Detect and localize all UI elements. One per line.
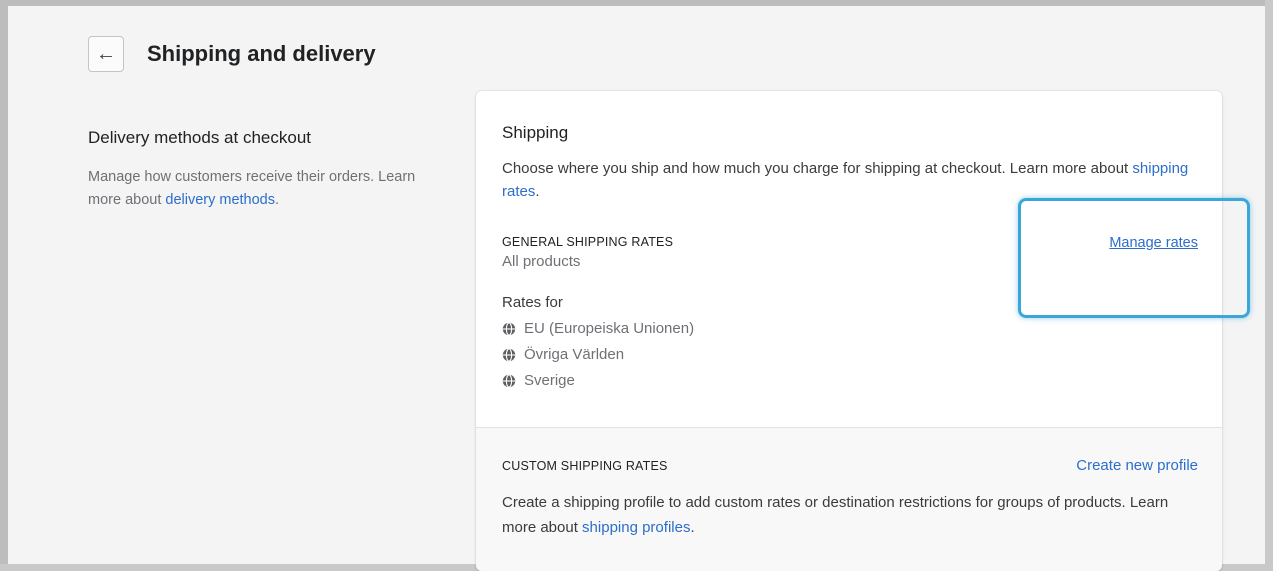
page-title: Shipping and delivery bbox=[147, 41, 376, 66]
custom-rates-description: Create a shipping profile to add custom … bbox=[502, 490, 1182, 540]
region-item: Övriga Världen bbox=[502, 346, 694, 363]
globe-icon bbox=[502, 373, 516, 388]
description-suffix: . bbox=[690, 519, 695, 536]
description-suffix: . bbox=[535, 183, 540, 200]
delivery-methods-title: Delivery methods at checkout bbox=[88, 128, 311, 147]
globe-icon bbox=[502, 347, 516, 362]
custom-rates-section: CUSTOM SHIPPING RATES Create new profile… bbox=[476, 428, 1222, 571]
rates-for-label: Rates for bbox=[502, 294, 563, 311]
delivery-methods-section: Delivery methods at checkout Manage how … bbox=[88, 128, 448, 212]
region-item: EU (Europeiska Unionen) bbox=[502, 320, 694, 337]
general-rates-subtitle: All products bbox=[502, 253, 581, 270]
region-label: Sverige bbox=[524, 372, 575, 389]
manage-rates-link[interactable]: Manage rates bbox=[1109, 235, 1198, 251]
shipping-profiles-link[interactable]: shipping profiles bbox=[582, 519, 690, 536]
description-text: Choose where you ship and how much you c… bbox=[502, 160, 1133, 177]
region-label: EU (Europeiska Unionen) bbox=[524, 320, 695, 337]
arrow-left-icon: ← bbox=[96, 42, 116, 65]
region-item: Sverige bbox=[502, 372, 694, 389]
custom-rates-header: CUSTOM SHIPPING RATES Create new profile bbox=[502, 457, 1198, 474]
back-button[interactable]: ← bbox=[88, 36, 124, 72]
general-rates-label: GENERAL SHIPPING RATES bbox=[502, 235, 674, 249]
delivery-methods-link[interactable]: delivery methods bbox=[165, 192, 275, 208]
region-label: Övriga Världen bbox=[524, 346, 625, 363]
delivery-methods-description: Manage how customers receive their order… bbox=[88, 166, 448, 212]
general-rates-header: GENERAL SHIPPING RATES All products Mana… bbox=[502, 235, 1198, 270]
shipping-description: Choose where you ship and how much you c… bbox=[502, 157, 1202, 203]
page-header: ← Shipping and delivery bbox=[88, 36, 376, 72]
description-suffix: . bbox=[275, 192, 280, 208]
shipping-card: Shipping Choose where you ship and how m… bbox=[476, 91, 1222, 571]
shipping-title: Shipping bbox=[502, 123, 569, 142]
create-new-profile-link[interactable]: Create new profile bbox=[1076, 457, 1198, 474]
globe-icon bbox=[502, 321, 516, 336]
rates-for-list: Rates for EU (Europeiska Unionen) Övriga… bbox=[502, 294, 694, 389]
shipping-header: Shipping Choose where you ship and how m… bbox=[502, 123, 1202, 203]
